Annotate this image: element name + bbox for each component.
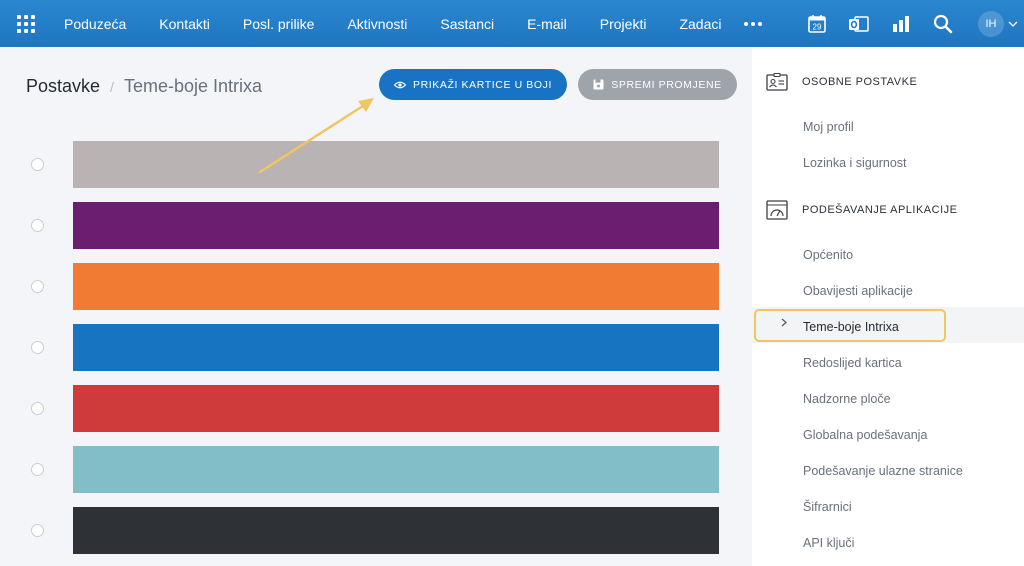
breadcrumb-root[interactable]: Postavke <box>26 76 100 97</box>
breadcrumb-current: Teme-boje Intrixa <box>123 76 262 96</box>
app-grid-icon[interactable] <box>0 0 52 47</box>
theme-row <box>0 507 752 554</box>
calendar-icon[interactable]: 29 <box>796 0 838 47</box>
theme-row <box>0 385 752 432</box>
settings-sidebar: OSOBNE POSTAVKE Moj profil Lozinka i sig… <box>752 47 1024 566</box>
top-navigation-bar: Poduzeća Kontakti Posl. prilike Aktivnos… <box>0 0 1024 47</box>
save-changes-button[interactable]: SPREMI PROMJENE <box>578 69 737 100</box>
theme-radio[interactable] <box>31 219 44 232</box>
save-disk-icon <box>593 79 604 90</box>
theme-swatch[interactable] <box>73 141 719 188</box>
theme-swatch[interactable] <box>73 446 719 493</box>
sidebar-item-card-order[interactable]: Redoslijed kartica <box>803 356 902 370</box>
sidebar-item-general[interactable]: Općenito <box>803 248 853 262</box>
user-menu[interactable]: IH <box>964 0 1024 47</box>
nav-item-aktivnosti[interactable]: Aktivnosti <box>331 0 424 47</box>
id-card-icon <box>766 72 788 92</box>
calendar-day: 29 <box>813 22 822 31</box>
outlook-icon[interactable] <box>838 0 880 47</box>
search-icon[interactable] <box>922 0 964 47</box>
sidebar-item-global-settings[interactable]: Globalna podešavanja <box>803 428 927 442</box>
sidebar-item-landing-page-settings[interactable]: Podešavanje ulazne stranice <box>803 464 963 478</box>
breadcrumb-separator: / <box>110 78 114 95</box>
theme-row <box>0 263 752 310</box>
sidebar-item-code-lists[interactable]: Šifrarnici <box>803 500 852 514</box>
show-color-cards-label: PRIKAŽI KARTICE U BOJI <box>412 78 553 91</box>
theme-swatch[interactable] <box>73 263 719 310</box>
theme-radio[interactable] <box>31 402 44 415</box>
more-options-icon[interactable] <box>738 0 772 47</box>
theme-swatch[interactable] <box>73 324 719 371</box>
theme-swatch[interactable] <box>73 507 719 554</box>
avatar: IH <box>978 10 1004 37</box>
theme-row <box>0 446 752 493</box>
breadcrumb: Postavke / Teme-boje Intrixa <box>26 76 262 97</box>
theme-row <box>0 324 752 371</box>
dashboard-gauge-icon <box>766 200 788 220</box>
sidebar-item-password-security[interactable]: Lozinka i sigurnost <box>803 156 907 170</box>
theme-row <box>0 141 752 188</box>
section-personal-settings: OSOBNE POSTAVKE <box>766 72 917 92</box>
sidebar-item-dashboards[interactable]: Nadzorne ploče <box>803 392 891 406</box>
reports-chart-icon[interactable] <box>880 0 922 47</box>
section-title: OSOBNE POSTAVKE <box>802 76 918 88</box>
section-title: PODEŠAVANJE APLIKACIJE <box>802 204 958 216</box>
nav-item-projekti[interactable]: Projekti <box>583 0 663 47</box>
nav-item-kontakti[interactable]: Kontakti <box>143 0 227 47</box>
theme-radio[interactable] <box>31 280 44 293</box>
show-color-cards-button[interactable]: PRIKAŽI KARTICE U BOJI <box>379 69 567 100</box>
theme-radio[interactable] <box>31 524 44 537</box>
nav-item-posl-prilike[interactable]: Posl. prilike <box>226 0 331 47</box>
chevron-down-icon <box>1008 21 1018 27</box>
theme-radio[interactable] <box>31 158 44 171</box>
sidebar-item-my-profile[interactable]: Moj profil <box>803 120 854 134</box>
section-app-settings: PODEŠAVANJE APLIKACIJE <box>766 200 957 220</box>
theme-radio[interactable] <box>31 341 44 354</box>
theme-radio[interactable] <box>31 463 44 476</box>
main-nav: Poduzeća Kontakti Posl. prilike Aktivnos… <box>52 0 772 47</box>
chevron-right-icon <box>781 318 787 327</box>
theme-row <box>0 202 752 249</box>
eye-icon <box>393 81 406 88</box>
main-content: Postavke / Teme-boje Intrixa PRIKAŽI KAR… <box>0 47 752 566</box>
theme-swatch[interactable] <box>73 202 719 249</box>
sidebar-item-app-notifications[interactable]: Obavijesti aplikacije <box>803 284 913 298</box>
nav-item-zadaci[interactable]: Zadaci <box>663 0 738 47</box>
save-changes-label: SPREMI PROMJENE <box>611 78 722 91</box>
nav-item-email[interactable]: E-mail <box>511 0 584 47</box>
sidebar-item-color-themes[interactable]: Teme-boje Intrixa <box>803 320 899 334</box>
theme-swatch[interactable] <box>73 385 719 432</box>
sidebar-item-api-keys[interactable]: API ključi <box>803 536 854 550</box>
nav-item-poduzeca[interactable]: Poduzeća <box>52 0 143 47</box>
nav-item-sastanci[interactable]: Sastanci <box>424 0 511 47</box>
